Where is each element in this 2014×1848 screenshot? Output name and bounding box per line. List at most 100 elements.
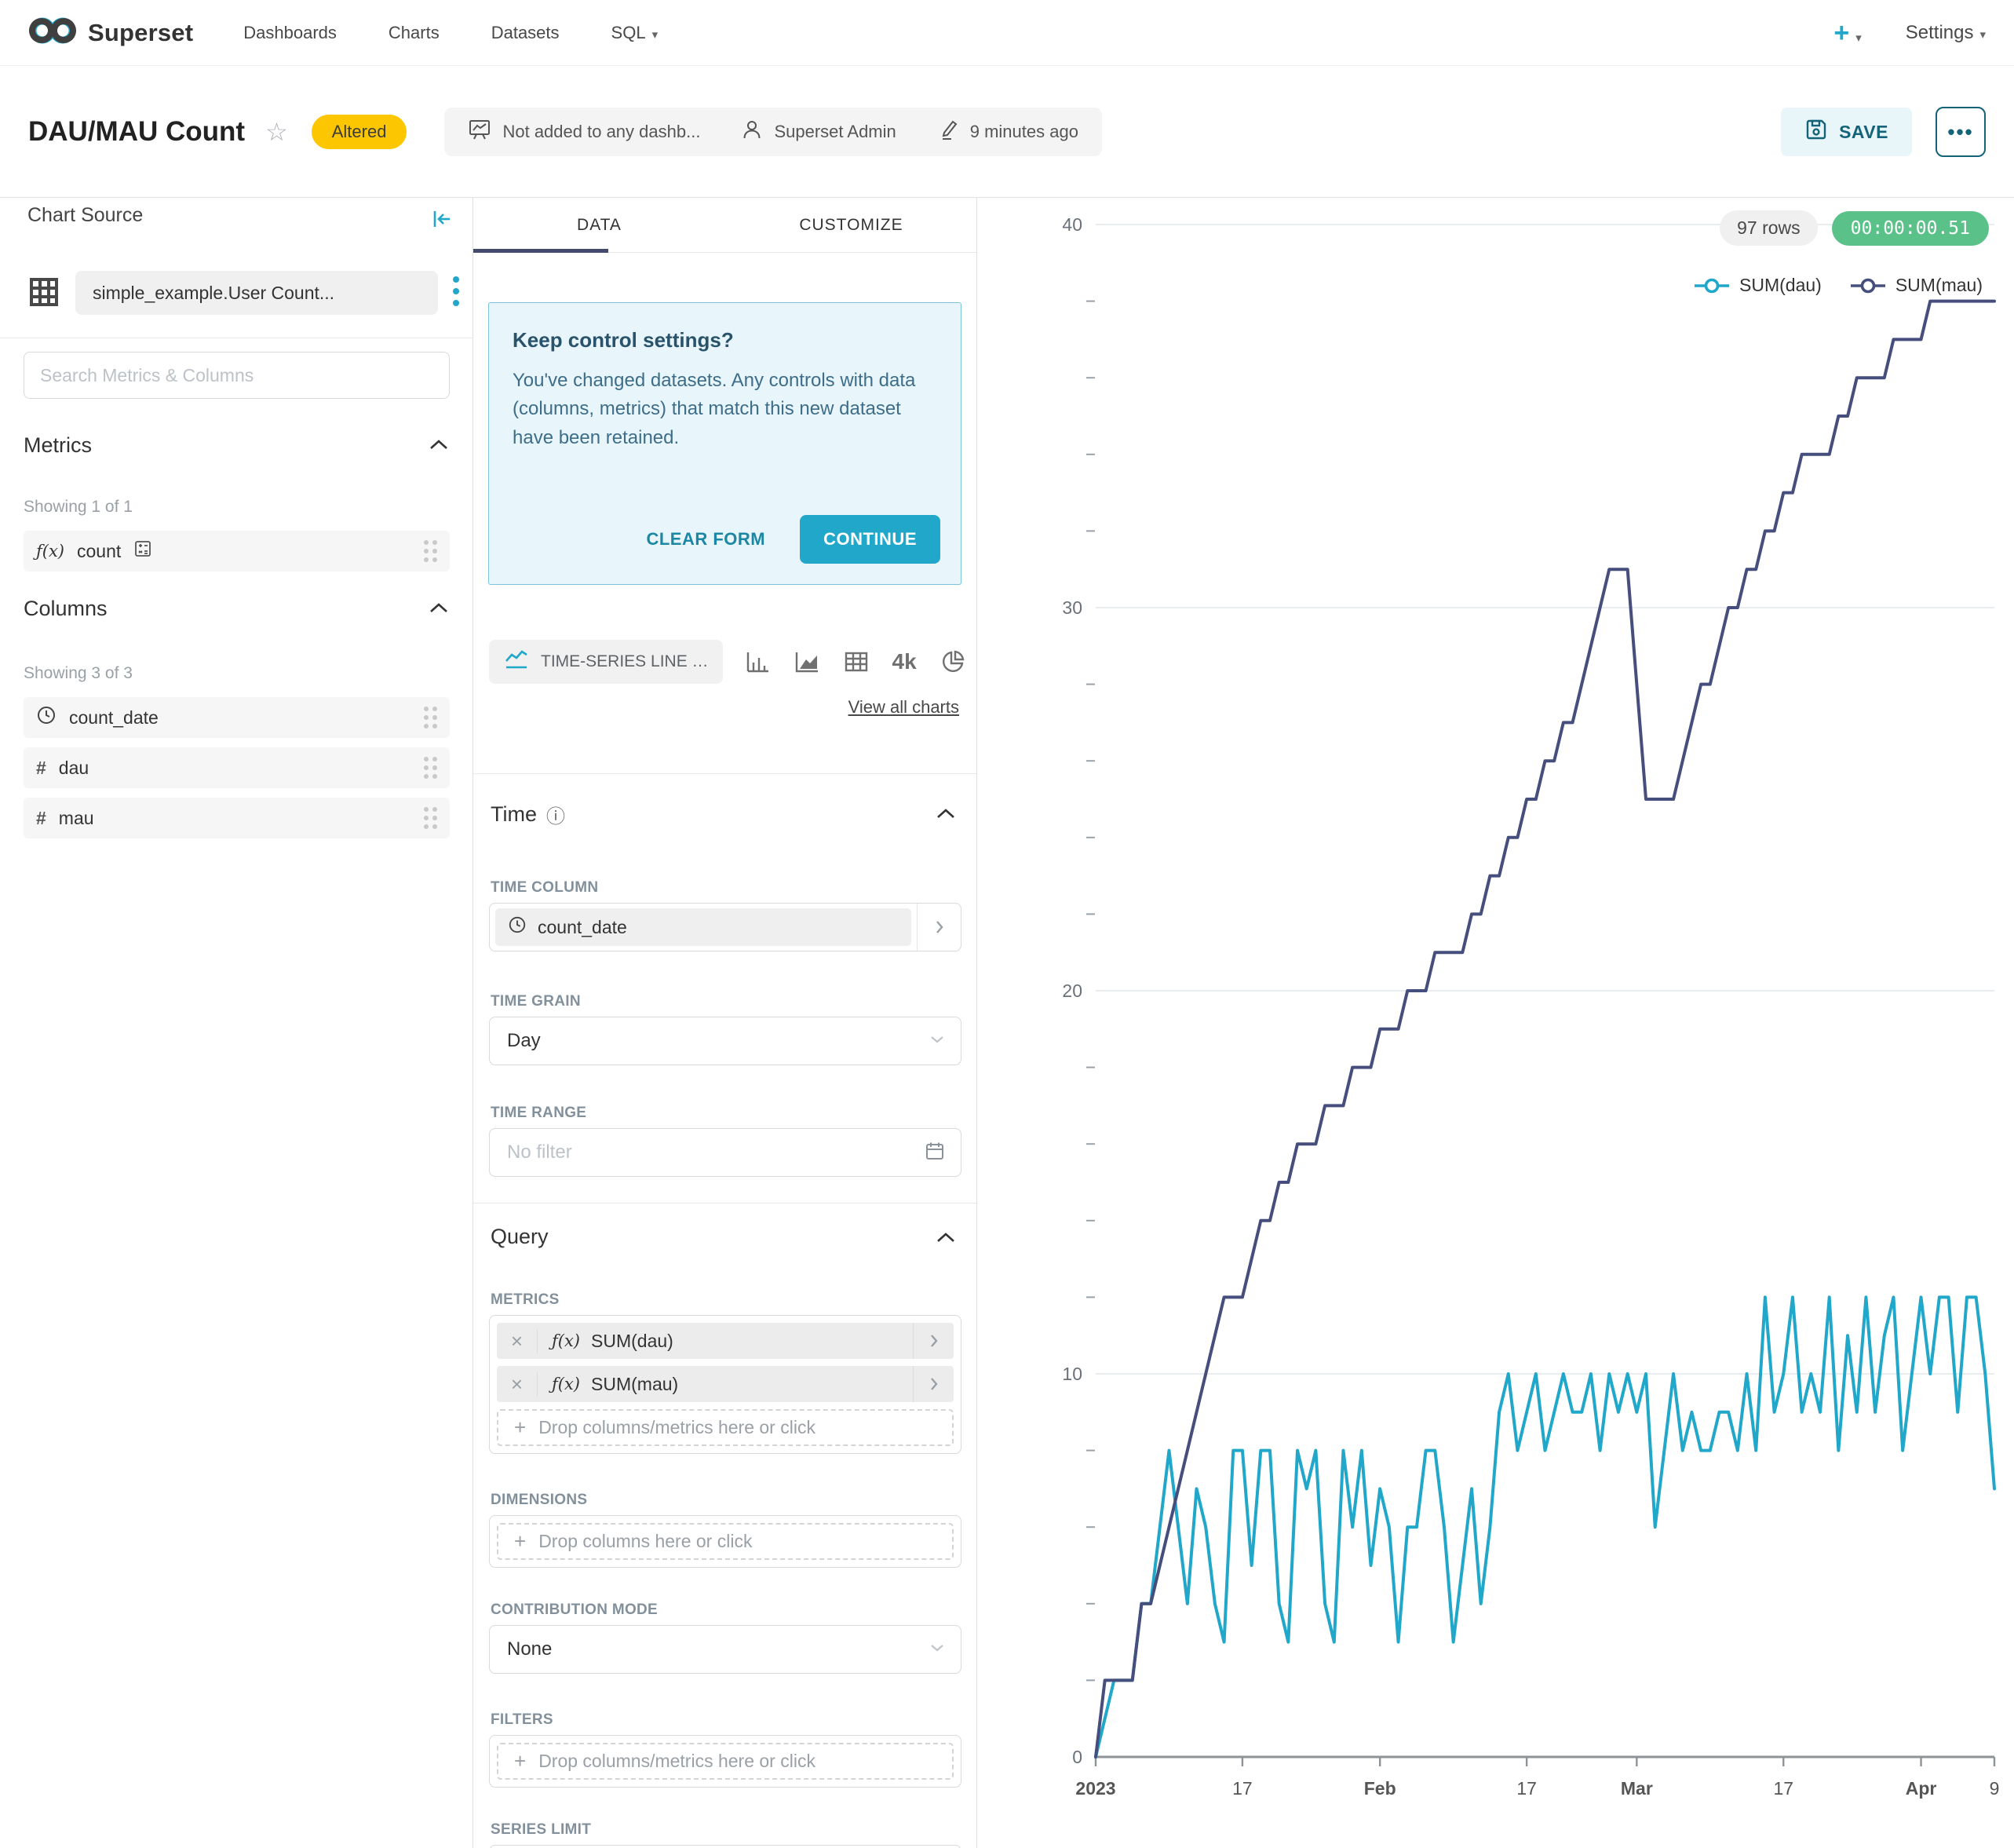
svg-text:2023: 2023	[1075, 1778, 1115, 1799]
active-tab-indicator	[473, 249, 608, 253]
time-range-label: TIME RANGE	[491, 1105, 586, 1122]
chevron-right-icon[interactable]	[917, 904, 961, 951]
time-column-select[interactable]: count_date	[489, 903, 961, 951]
big-number-viz-icon[interactable]: 4k	[892, 649, 917, 674]
save-icon	[1804, 118, 1828, 146]
clear-form-button[interactable]: CLEAR FORM	[646, 529, 765, 550]
divider	[473, 773, 977, 774]
chart-legend: SUM(dau) SUM(mau)	[1694, 275, 1983, 296]
nav-item-charts[interactable]: Charts	[389, 23, 440, 43]
settings-menu[interactable]: Settings▾	[1906, 22, 1986, 44]
more-options-button[interactable]: •••	[1936, 107, 1986, 157]
query-status-row: 97 rows 00:00:00.51	[1720, 210, 1989, 246]
query-section-heading: Query	[491, 1225, 549, 1249]
tab-data[interactable]: DATA	[473, 198, 725, 252]
pencil-icon	[937, 119, 959, 145]
chevron-up-icon[interactable]	[936, 1231, 956, 1247]
last-edited-meta[interactable]: 9 minutes ago	[937, 119, 1078, 145]
svg-text:20: 20	[1062, 981, 1082, 1001]
plus-icon: +	[514, 1529, 526, 1554]
panel-tabs: DATA CUSTOMIZE	[473, 198, 977, 253]
superset-logo[interactable]: Superset	[28, 15, 193, 50]
series-limit-select[interactable]: None	[489, 1845, 961, 1848]
time-grain-select[interactable]: Day	[489, 1017, 961, 1065]
remove-icon[interactable]: ×	[497, 1329, 538, 1353]
column-item-count-date[interactable]: count_date	[24, 697, 450, 738]
chevron-right-icon[interactable]	[913, 1366, 954, 1402]
dimensions-drop-zone[interactable]: + Drop columns here or click	[497, 1523, 954, 1560]
user-icon	[741, 119, 763, 145]
plus-icon: +	[1833, 18, 1849, 48]
dataset-options-icon[interactable]	[453, 276, 459, 306]
chevron-up-icon[interactable]	[429, 601, 449, 618]
superset-explore-page: Superset Dashboards Charts Datasets SQL▾…	[0, 0, 2014, 1848]
line-chart-icon	[503, 648, 530, 676]
query-timer-badge: 00:00:00.51	[1832, 211, 1989, 246]
metrics-drop-zone[interactable]: + Drop columns/metrics here or click	[497, 1409, 954, 1446]
calendar-icon	[925, 1141, 945, 1165]
save-button[interactable]: SAVE	[1781, 108, 1912, 156]
time-column-label: TIME COLUMN	[491, 879, 598, 897]
chevron-down-icon: ▾	[652, 28, 659, 42]
timeseries-line-chart[interactable]: 010203040202317Feb17Mar17Apr9	[978, 198, 2014, 1848]
contribution-mode-select[interactable]: None	[489, 1625, 961, 1674]
continue-button[interactable]: CONTINUE	[800, 515, 940, 564]
metrics-heading: Metrics	[24, 433, 92, 458]
chart-meta-bar: Not added to any dashb... Superset Admin	[444, 108, 1101, 156]
metric-item-count[interactable]: ƒ(x) count	[24, 531, 450, 572]
chart-title[interactable]: DAU/MAU Count	[28, 116, 245, 148]
chart-canvas-area[interactable]: 010203040202317Feb17Mar17Apr9 97 rows 00…	[978, 198, 2014, 1848]
column-item-mau[interactable]: # mau	[24, 798, 450, 838]
info-icon: ⓘ	[546, 801, 565, 828]
pie-chart-icon[interactable]	[940, 649, 965, 674]
time-range-select[interactable]: No filter	[489, 1128, 961, 1177]
search-input[interactable]	[24, 352, 450, 399]
metrics-showing-count: Showing 1 of 1	[24, 498, 133, 517]
area-chart-icon[interactable]	[794, 650, 820, 674]
svg-text:10: 10	[1062, 1364, 1082, 1384]
tab-customize[interactable]: CUSTOMIZE	[725, 198, 977, 252]
function-icon: ƒ(x)	[552, 1375, 580, 1393]
svg-text:17: 17	[1773, 1778, 1793, 1799]
bar-chart-icon[interactable]	[745, 650, 770, 674]
number-icon: #	[36, 808, 46, 829]
filters-drop-zone[interactable]: + Drop columns/metrics here or click	[497, 1743, 954, 1780]
remove-icon[interactable]: ×	[497, 1372, 538, 1397]
legend-item-sum-mau[interactable]: SUM(mau)	[1850, 275, 1983, 296]
keep-settings-alert: Keep control settings? You've changed da…	[488, 302, 961, 585]
table-grid-icon	[27, 276, 60, 312]
owner-meta[interactable]: Superset Admin	[741, 119, 896, 145]
selected-viz-type[interactable]: TIME-SERIES LINE …	[489, 640, 723, 684]
svg-text:30: 30	[1062, 597, 1082, 618]
drag-handle[interactable]	[424, 757, 437, 779]
legend-item-sum-dau[interactable]: SUM(dau)	[1694, 275, 1822, 296]
metric-pill-sum-mau[interactable]: × ƒ(x)SUM(mau)	[497, 1366, 954, 1402]
new-item-button[interactable]: +▾	[1833, 20, 1861, 46]
clock-icon	[508, 915, 527, 939]
nav-item-dashboards[interactable]: Dashboards	[243, 23, 337, 43]
view-all-charts-link[interactable]: View all charts	[848, 697, 959, 718]
dimensions-box: + Drop columns here or click	[489, 1515, 961, 1568]
drag-handle[interactable]	[424, 707, 437, 729]
table-viz-icon[interactable]	[844, 650, 869, 674]
dataset-name[interactable]: simple_example.User Count...	[75, 271, 438, 315]
series-limit-label: SERIES LIMIT	[491, 1821, 591, 1839]
nav-menu: Dashboards Charts Datasets SQL▾	[243, 23, 658, 43]
nav-item-datasets[interactable]: Datasets	[491, 23, 560, 43]
collapse-sidebar-icon[interactable]	[430, 207, 454, 235]
chevron-up-icon[interactable]	[429, 438, 449, 455]
plus-icon: +	[514, 1415, 526, 1440]
time-grain-label: TIME GRAIN	[491, 993, 581, 1010]
chevron-up-icon[interactable]	[936, 807, 956, 824]
chevron-down-icon: ▾	[1855, 31, 1862, 45]
metric-pill-sum-dau[interactable]: × ƒ(x)SUM(dau)	[497, 1323, 954, 1359]
dashboards-meta[interactable]: Not added to any dashb...	[468, 118, 700, 146]
nav-item-sql[interactable]: SQL▾	[611, 23, 659, 43]
metrics-box: × ƒ(x)SUM(dau) × ƒ(x)SUM(mau) + Drop col…	[489, 1315, 961, 1454]
drag-handle[interactable]	[424, 540, 437, 562]
favorite-star-icon[interactable]: ☆	[265, 117, 288, 147]
column-item-dau[interactable]: # dau	[24, 747, 450, 788]
chevron-right-icon[interactable]	[913, 1323, 954, 1359]
drag-handle[interactable]	[424, 807, 437, 829]
datasource-sidebar: Chart Source simple_example.User Count..…	[0, 198, 473, 1848]
